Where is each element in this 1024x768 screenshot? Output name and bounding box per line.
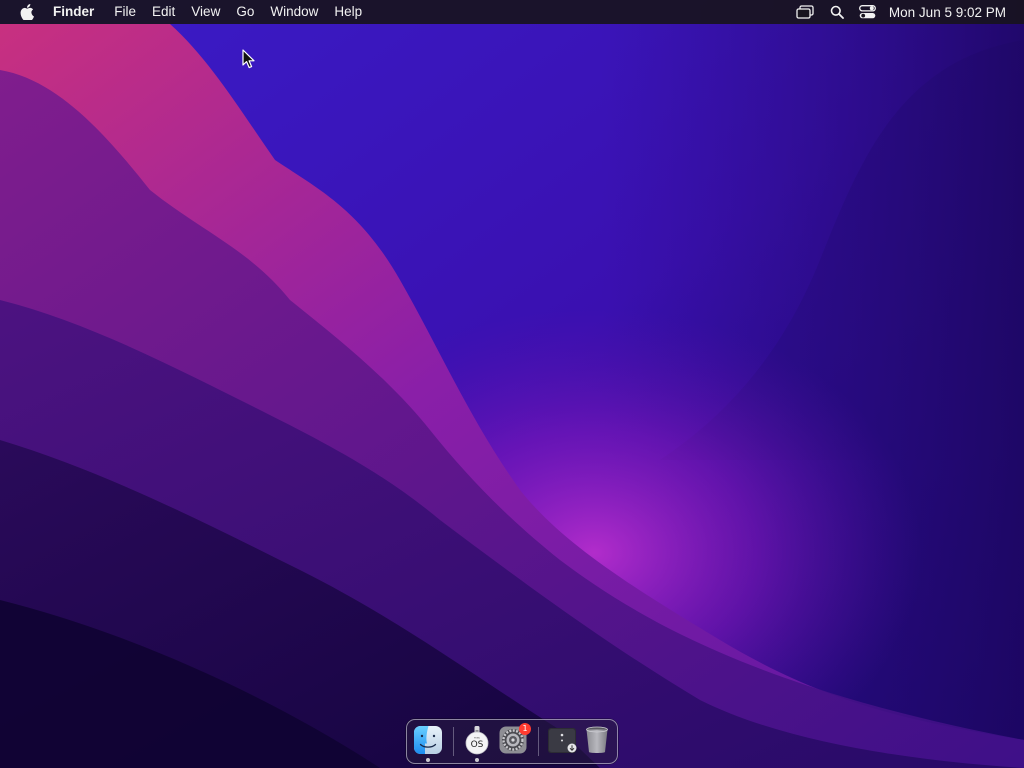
desktop[interactable]: Finder File Edit View Go Window Help Mon… [0,0,1024,768]
dock-separator [538,727,539,756]
apple-logo-icon[interactable] [17,3,37,21]
dock-item-trash[interactable] [582,725,612,755]
dock-item-finder[interactable] [413,725,443,755]
wallpaper [0,0,1024,768]
menu-file[interactable]: File [106,0,144,24]
menu-bar-clock[interactable]: Mon Jun 5 9:02 PM [889,5,1006,20]
menu-window[interactable]: Window [262,0,326,24]
menu-app-name[interactable]: Finder [50,0,102,24]
dock: mac OS 1 [406,719,618,764]
control-center-icon[interactable] [859,0,877,24]
macos-installer-icon: mac OS [465,726,489,755]
trash-icon [586,726,608,753]
svg-text:mac: mac [474,735,481,739]
running-indicator [426,758,430,762]
dock-item-macos-installer[interactable]: mac OS [462,725,492,755]
arrow-pointer-icon [242,49,255,69]
dock-item-downloads[interactable] [547,725,577,755]
menu-edit[interactable]: Edit [144,0,183,24]
menu-view[interactable]: View [183,0,228,24]
installer-label: OS [471,740,484,750]
spotlight-search-icon[interactable] [829,0,845,24]
menu-go[interactable]: Go [228,0,262,24]
finder-icon [414,726,442,754]
menu-bar: Finder File Edit View Go Window Help Mon… [0,0,1024,24]
notification-badge: 1 [519,723,531,735]
screen-mirroring-icon[interactable] [794,0,816,24]
menu-help[interactable]: Help [326,0,370,24]
running-indicator [475,758,479,762]
dock-separator [453,727,454,756]
dock-item-system-preferences[interactable]: 1 [498,723,531,755]
downloads-stack-icon [548,728,577,753]
